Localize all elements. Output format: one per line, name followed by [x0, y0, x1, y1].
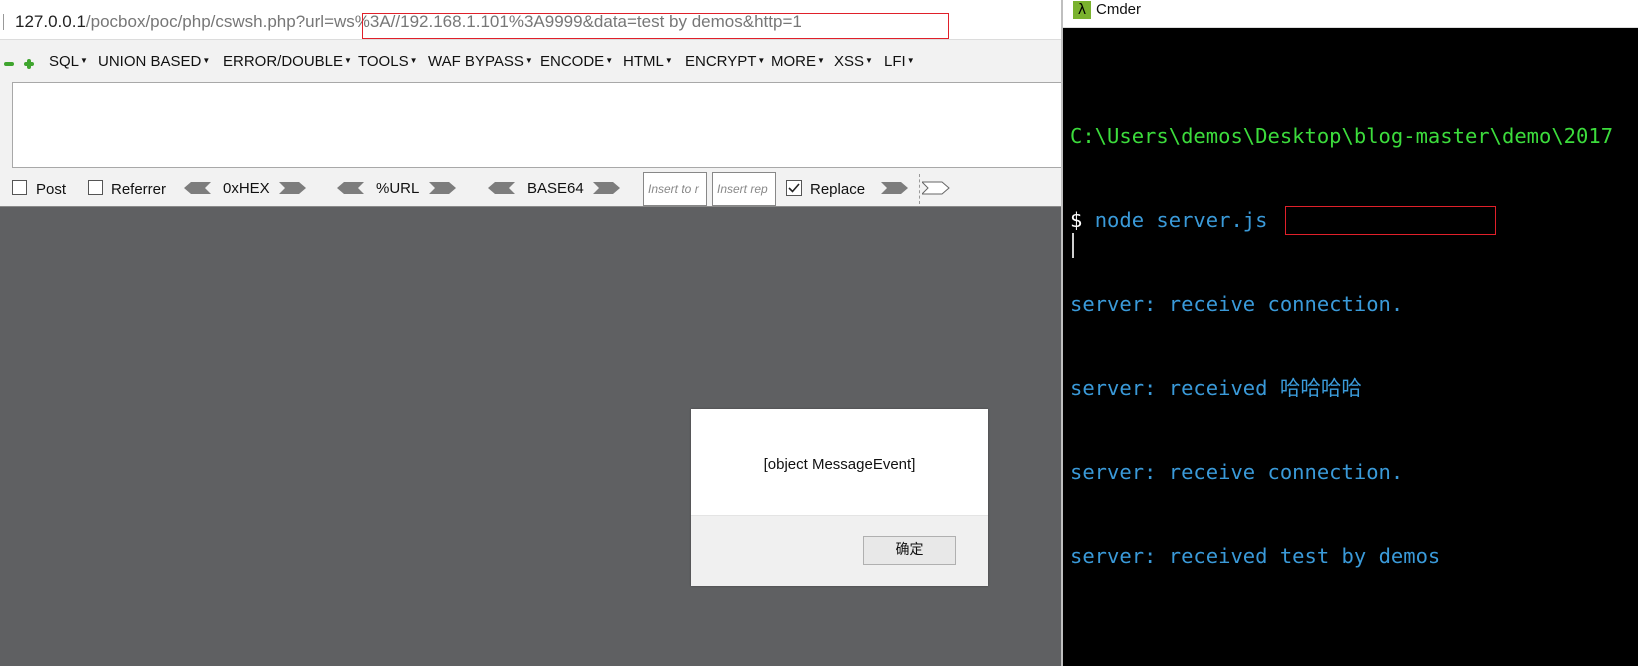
- alert-footer: 确定: [691, 515, 988, 586]
- menu-tools[interactable]: TOOLS▼: [358, 53, 418, 70]
- url-decode-arrow-icon[interactable]: [336, 180, 364, 196]
- url-encode-label: %URL: [376, 180, 420, 197]
- terminal-prompt: $: [1070, 208, 1095, 232]
- terminal-path-line: C:\Users\demos\Desktop\blog-master\demo\…: [1070, 124, 1614, 148]
- menu-more[interactable]: MORE▼: [771, 53, 825, 70]
- menu-html[interactable]: HTML▼: [623, 53, 673, 70]
- hex-label: 0xHEX: [223, 180, 270, 197]
- insert-to-input[interactable]: Insert to r: [643, 172, 707, 206]
- expand-plus-icon[interactable]: [24, 59, 34, 69]
- dropdown-caret-icon: ▼: [605, 56, 614, 65]
- menu-encode[interactable]: ENCODE▼: [540, 53, 613, 70]
- referrer-label: Referrer: [111, 181, 167, 198]
- url-path: /pocbox/poc/php/cswsh.php?url: [85, 12, 325, 31]
- terminal-output-line: server: receive connection.: [1070, 460, 1404, 484]
- toolbar-divider: [919, 174, 920, 204]
- terminal-output[interactable]: C:\Users\demos\Desktop\blog-master\demo\…: [1070, 66, 1613, 626]
- base64-label: BASE64: [527, 180, 584, 197]
- dropdown-caret-icon: ▼: [80, 56, 88, 65]
- menu-sql[interactable]: SQL▼: [49, 53, 88, 70]
- dropdown-caret-icon: ▼: [757, 56, 766, 65]
- menu-error-label: ERROR/DOUBLE: [223, 53, 344, 70]
- dropdown-caret-icon: ▼: [817, 56, 825, 65]
- base64-encode-arrow-icon[interactable]: [593, 180, 621, 196]
- terminal-output-line: server: received 哈哈哈哈: [1070, 376, 1362, 400]
- terminal-highlight-box: [1285, 206, 1496, 235]
- menu-waf-label: WAF BYPASS: [428, 53, 524, 70]
- post-label: Post: [36, 181, 67, 198]
- menu-union-based[interactable]: UNION BASED▼: [98, 53, 210, 70]
- terminal-cursor: [1072, 233, 1074, 258]
- hex-encode-arrow-icon[interactable]: [279, 180, 307, 196]
- menu-tools-label: TOOLS: [358, 53, 409, 70]
- replace-checkbox[interactable]: [786, 180, 803, 197]
- base64-decode-arrow-icon[interactable]: [487, 180, 515, 196]
- menu-xss-label: XSS: [834, 53, 865, 70]
- menu-sql-label: SQL: [49, 53, 80, 70]
- dropdown-caret-icon: ▼: [524, 56, 533, 65]
- replace-run-arrow-icon[interactable]: [881, 180, 909, 196]
- menu-error-double[interactable]: ERROR/DOUBLE▼: [223, 53, 352, 70]
- terminal-received-data: test by demos: [1279, 544, 1441, 568]
- cmder-window: λ Cmder C:\Users\demos\Desktop\blog-mast…: [1061, 0, 1638, 666]
- dropdown-caret-icon: ▼: [865, 56, 873, 65]
- menu-union-label: UNION BASED: [98, 53, 202, 70]
- menu-xss[interactable]: XSS▼: [834, 53, 873, 70]
- post-checkbox[interactable]: [12, 180, 27, 195]
- terminal-output-line: server: received test by demos: [1070, 542, 1613, 570]
- url-highlight-box: [362, 13, 949, 39]
- terminal-output-line: server: receive connection.: [1070, 292, 1404, 316]
- menu-waf-bypass[interactable]: WAF BYPASS▼: [428, 53, 533, 70]
- menu-encrypt[interactable]: ENCRYPT▼: [685, 53, 765, 70]
- lambda-icon: λ: [1073, 1, 1091, 19]
- hex-decode-arrow-icon[interactable]: [183, 180, 211, 196]
- hackbar-options: Post Referrer 0xHEX %URL BASE64 Insert t…: [0, 170, 1062, 206]
- menu-encrypt-label: ENCRYPT: [685, 53, 757, 70]
- menu-lfi-label: LFI: [884, 53, 906, 70]
- menu-lfi[interactable]: LFI▼: [884, 53, 915, 70]
- alert-ok-button[interactable]: 确定: [863, 536, 956, 565]
- url-encode-arrow-icon[interactable]: [429, 180, 457, 196]
- menu-html-label: HTML: [623, 53, 664, 70]
- dropdown-caret-icon: ▼: [344, 56, 352, 65]
- dropdown-caret-icon: ▼: [202, 56, 211, 65]
- browser-window: 127.0.0.1/pocbox/poc/php/cswsh.php?url=w…: [0, 0, 1062, 666]
- address-bar-edge: [0, 14, 4, 30]
- alert-message: [object MessageEvent]: [763, 456, 916, 473]
- menu-encode-label: ENCODE: [540, 53, 605, 70]
- dropdown-caret-icon: ▼: [664, 56, 673, 65]
- replace-label: Replace: [810, 181, 866, 198]
- menu-more-label: MORE: [771, 53, 816, 70]
- cmder-titlebar[interactable]: λ Cmder: [1063, 0, 1638, 28]
- dropdown-caret-icon: ▼: [906, 56, 915, 65]
- hackbar-url-textarea[interactable]: [12, 82, 1062, 168]
- collapse-minus-icon[interactable]: [4, 59, 14, 69]
- url-host: 127.0.0.1: [15, 12, 86, 31]
- execute-arrow-icon[interactable]: [922, 180, 950, 196]
- dropdown-caret-icon: ▼: [409, 56, 418, 65]
- address-bar[interactable]: 127.0.0.1/pocbox/poc/php/cswsh.php?url=w…: [0, 0, 1062, 40]
- insert-replace-input[interactable]: Insert rep: [712, 172, 776, 206]
- referrer-checkbox[interactable]: [88, 180, 103, 195]
- terminal-output-prefix: server: received: [1070, 544, 1280, 568]
- alert-dialog: [object MessageEvent] 确定: [691, 409, 988, 586]
- hackbar-menu: SQL▼ UNION BASED▼ ERROR/DOUBLE▼ TOOLS▼ W…: [0, 48, 1062, 80]
- cmder-title: Cmder: [1096, 1, 1142, 18]
- terminal-command: node server.js: [1094, 208, 1268, 232]
